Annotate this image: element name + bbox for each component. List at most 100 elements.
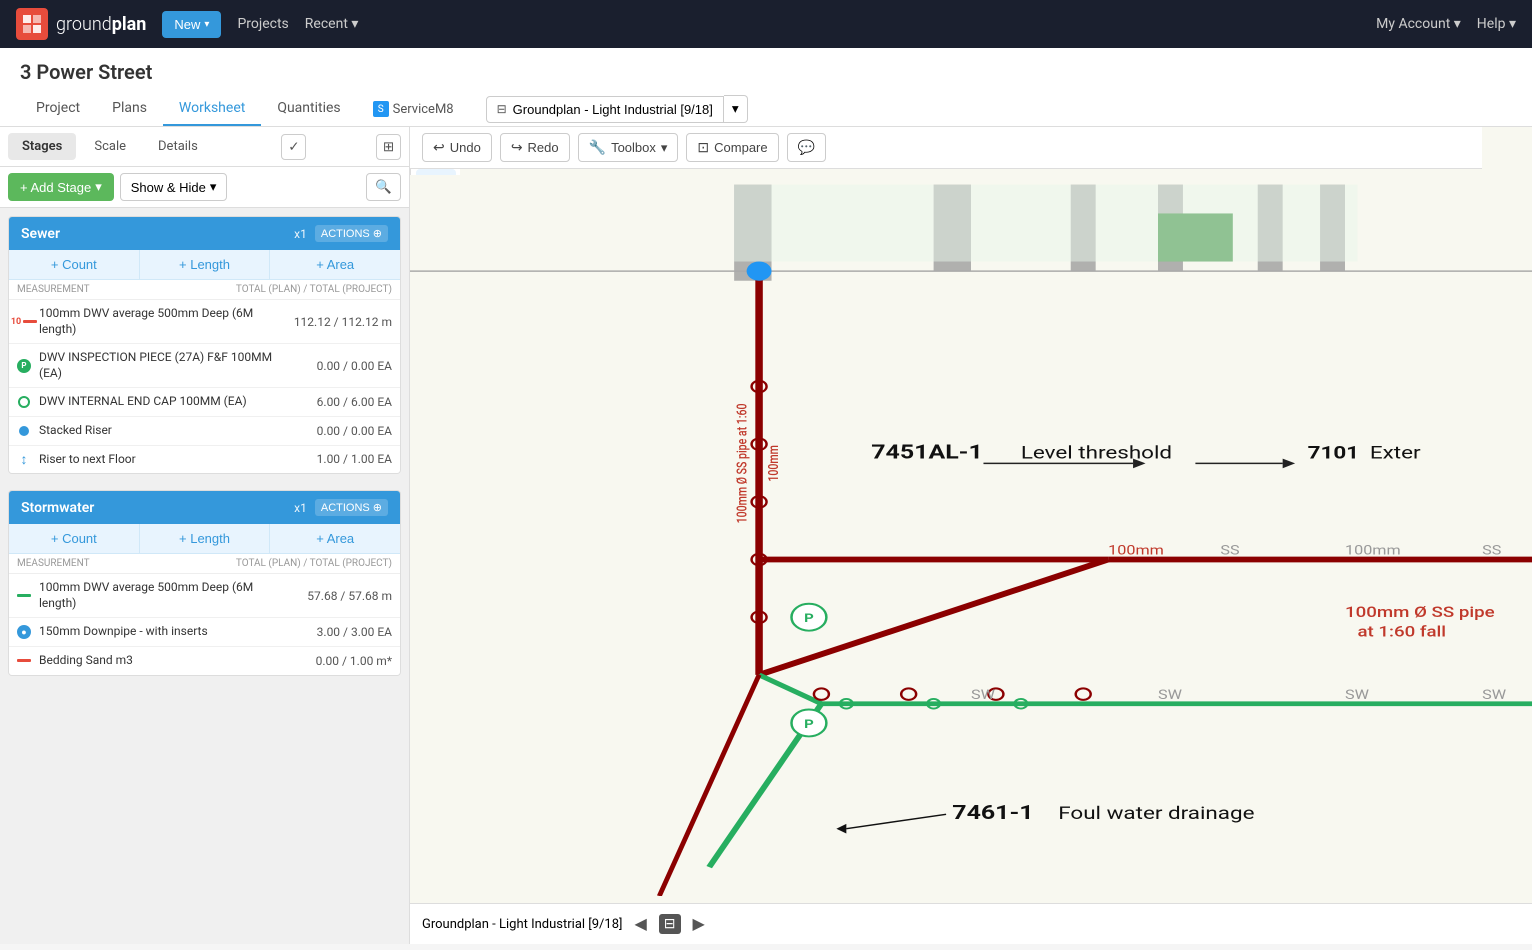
sub-header: 3 Power Street Project Plans Worksheet Q… (0, 48, 1532, 127)
stage-stormwater-actions[interactable]: ACTIONS ⊕ (315, 499, 388, 516)
measure-icon-sw3 (17, 654, 31, 668)
svg-text:P: P (804, 613, 814, 626)
svg-text:100mm: 100mm (1108, 544, 1164, 559)
my-account-link[interactable]: My Account ▾ (1376, 16, 1461, 32)
measure-name-sw3: Bedding Sand m3 (39, 653, 284, 669)
edit-toolbar: ↩ Undo ↪ Redo 🔧 Toolbox ▾ ⊡ Compare 💬 (410, 127, 1482, 169)
undo-button[interactable]: ↩ Undo (422, 133, 492, 162)
stormwater-add-count[interactable]: + Count (9, 524, 140, 553)
measure-icon-sw1 (17, 589, 31, 603)
table-row: P DWV INSPECTION PIECE (27A) F&F 100MM (… (9, 344, 400, 388)
next-page-button[interactable]: ▶ (689, 912, 709, 936)
tab-project[interactable]: Project (20, 92, 96, 126)
stage-sewer-add-row: + Count + Length + Area (9, 250, 400, 280)
toolbox-button[interactable]: 🔧 Toolbox ▾ (578, 133, 679, 162)
measure-total-2: 0.00 / 0.00 EA (292, 359, 392, 373)
plan-svg: 100mm Ø SS pipe at 1:60 100mm P (410, 175, 1532, 896)
table-row: Stacked Riser 0.00 / 0.00 EA (9, 417, 400, 446)
svg-text:SW: SW (1158, 688, 1182, 703)
map-bottom-bar: Groundplan - Light Industrial [9/18] ◀ ⊟… (410, 903, 1532, 944)
sewer-measurement-table: MEASUREMENT TOTAL (PLAN) / TOTAL (PROJEC… (9, 280, 400, 473)
measure-total-4: 0.00 / 0.00 EA (292, 424, 392, 438)
tab-service8[interactable]: S ServiceM8 (357, 93, 470, 125)
svg-text:SW: SW (1482, 688, 1506, 703)
sidebar-check-btn[interactable]: ✓ (281, 134, 306, 160)
svg-text:100mm Ø SS pipe: 100mm Ø SS pipe (1345, 605, 1495, 621)
sidebar-toolbar: Stages Scale Details ✓ ⊞ (0, 127, 409, 167)
svg-text:100mm: 100mm (765, 445, 781, 481)
plan-selector-button[interactable]: ⊟ Groundplan - Light Industrial [9/18] (486, 96, 724, 123)
stage-sewer-controls: x1 ACTIONS ⊕ (294, 225, 388, 242)
measure-total-3: 6.00 / 6.00 EA (292, 395, 392, 409)
table-row: DWV INTERNAL END CAP 100MM (EA) 6.00 / 6… (9, 388, 400, 417)
stage-stormwater: Stormwater x1 ACTIONS ⊕ + Count + Length… (8, 490, 401, 675)
measure-total-sw1: 57.68 / 57.68 m (292, 589, 392, 603)
measure-icon-sw2: ● (17, 625, 31, 639)
svg-text:7451AL-1: 7451AL-1 (871, 441, 983, 463)
stormwater-table-header: MEASUREMENT TOTAL (PLAN) / TOTAL (PROJEC… (9, 554, 400, 574)
tab-plans[interactable]: Plans (96, 92, 163, 126)
logo-text: groundplan (56, 14, 146, 35)
tab-quantities[interactable]: Quantities (261, 92, 356, 126)
svg-text:SS: SS (1220, 544, 1240, 559)
sewer-add-count[interactable]: + Count (9, 250, 140, 279)
svg-text:7461-1: 7461-1 (952, 802, 1033, 824)
show-hide-button[interactable]: Show & Hide ▾ (120, 173, 228, 201)
measure-icon-3 (17, 395, 31, 409)
measure-name-4: Stacked Riser (39, 423, 284, 439)
tab-worksheet[interactable]: Worksheet (163, 92, 261, 126)
measure-total-5: 1.00 / 1.00 EA (292, 452, 392, 466)
add-stage-button[interactable]: + Add Stage ▾ (8, 173, 114, 201)
svg-text:100mm Ø SS pipe at 1:60: 100mm Ø SS pipe at 1:60 (734, 403, 750, 523)
help-link[interactable]: Help ▾ (1477, 16, 1516, 32)
projects-link[interactable]: Projects (237, 16, 288, 32)
sewer-add-length[interactable]: + Length (140, 250, 271, 279)
logo-icon (16, 8, 48, 40)
svg-text:P: P (804, 718, 814, 731)
sidebar-grid-btn[interactable]: ⊞ (376, 134, 401, 160)
measure-icon-2: P (17, 359, 31, 373)
stage-sewer-header: Sewer x1 ACTIONS ⊕ (9, 217, 400, 250)
prev-page-button[interactable]: ◀ (630, 912, 650, 936)
svg-text:at 1:60 fall: at 1:60 fall (1357, 624, 1446, 640)
stormwater-measurement-table: MEASUREMENT TOTAL (PLAN) / TOTAL (PROJEC… (9, 554, 400, 674)
bottom-plan-label: Groundplan - Light Industrial [9/18] (422, 917, 622, 932)
measure-icon-1: 10 (17, 315, 31, 329)
table-row: ↕ Riser to next Floor 1.00 / 1.00 EA (9, 446, 400, 474)
svg-text:SW: SW (971, 688, 995, 703)
service8-icon: S (373, 101, 389, 117)
stage-sewer-actions[interactable]: ACTIONS ⊕ (315, 225, 388, 242)
measure-name-3: DWV INTERNAL END CAP 100MM (EA) (39, 394, 284, 410)
measure-icon-4 (17, 424, 31, 438)
sidebar-tab-details[interactable]: Details (144, 133, 212, 160)
map-canvas[interactable]: 100mm Ø SS pipe at 1:60 100mm P (410, 175, 1532, 896)
pages-icon[interactable]: ⊟ (659, 914, 681, 934)
measure-name-5: Riser to next Floor (39, 452, 284, 468)
svg-text:Level threshold: Level threshold (1021, 442, 1172, 463)
plan-selector-caret[interactable]: ▾ (724, 95, 748, 123)
main-layout: Stages Scale Details ✓ ⊞ + Add Stage ▾ S… (0, 127, 1532, 944)
svg-text:SS: SS (1482, 544, 1502, 559)
sewer-add-area[interactable]: + Area (270, 250, 400, 279)
table-row: 100mm DWV average 500mm Deep (6M length)… (9, 574, 400, 618)
map-area[interactable]: ↩ Undo ↪ Redo 🔧 Toolbox ▾ ⊡ Compare 💬 (410, 127, 1532, 944)
tab-bar: Project Plans Worksheet Quantities S Ser… (20, 92, 1512, 126)
new-button[interactable]: New ▾ (162, 11, 221, 38)
comment-button[interactable]: 💬 (787, 133, 826, 162)
stormwater-add-length[interactable]: + Length (140, 524, 271, 553)
table-row: 10 100mm DWV average 500mm Deep (6M leng… (9, 300, 400, 344)
redo-button[interactable]: ↪ Redo (500, 133, 570, 162)
measure-name-2: DWV INSPECTION PIECE (27A) F&F 100MM (EA… (39, 350, 284, 381)
measure-total-sw2: 3.00 / 3.00 EA (292, 625, 392, 639)
compare-button[interactable]: ⊡ Compare (686, 133, 778, 162)
top-nav: groundplan New ▾ Projects Recent ▾ My Ac… (0, 0, 1532, 48)
table-row: ● 150mm Downpipe - with inserts 3.00 / 3… (9, 618, 400, 647)
sidebar-tab-stages[interactable]: Stages (8, 133, 76, 160)
sidebar-tab-scale[interactable]: Scale (80, 133, 140, 160)
stormwater-add-area[interactable]: + Area (270, 524, 400, 553)
search-button[interactable]: 🔍 (366, 173, 401, 201)
measure-name-sw1: 100mm DWV average 500mm Deep (6M length) (39, 580, 284, 611)
recent-link[interactable]: Recent ▾ (305, 16, 359, 32)
project-title: 3 Power Street (20, 60, 1512, 84)
measure-icon-5: ↕ (17, 452, 31, 466)
